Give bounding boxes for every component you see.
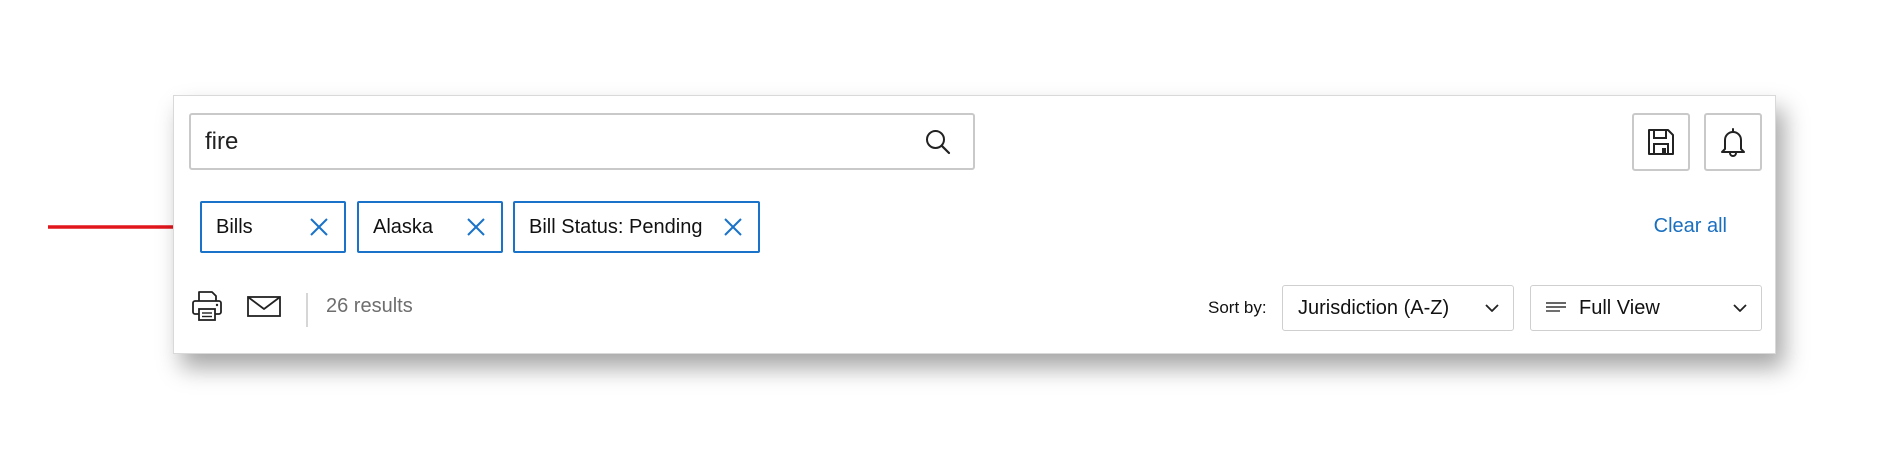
sort-dropdown[interactable]: Jurisdiction (A-Z)	[1282, 285, 1514, 331]
chevron-down-icon	[1485, 304, 1499, 312]
view-dropdown[interactable]: Full View	[1530, 285, 1762, 331]
search-panel: Bills Alaska Bill Status: Pending Clear …	[173, 95, 1776, 354]
filter-chip-alaska: Alaska	[357, 201, 503, 253]
results-count: 26 results	[326, 295, 413, 317]
create-alert-button[interactable]	[1704, 113, 1762, 171]
divider	[306, 293, 308, 327]
search-input[interactable]	[191, 115, 903, 168]
save-search-button[interactable]	[1632, 113, 1690, 171]
filter-chip-label: Bills	[216, 215, 253, 238]
page: Bills Alaska Bill Status: Pending Clear …	[0, 0, 1878, 476]
search-box	[189, 113, 975, 170]
printer-icon[interactable]	[190, 289, 224, 323]
close-icon[interactable]	[722, 216, 744, 238]
floppy-disk-icon	[1648, 129, 1674, 155]
sort-dropdown-value: Jurisdiction (A-Z)	[1298, 296, 1450, 319]
chevron-down-icon	[1733, 304, 1747, 312]
filter-chip-label: Bill Status: Pending	[529, 215, 703, 238]
close-icon[interactable]	[308, 216, 330, 238]
envelope-icon[interactable]	[246, 289, 282, 323]
view-dropdown-value: Full View	[1579, 296, 1660, 319]
filter-chip-bill-status: Bill Status: Pending	[513, 201, 760, 253]
bell-icon	[1721, 128, 1745, 157]
list-lines-icon	[1546, 302, 1566, 312]
sort-by-label: Sort by:	[1208, 298, 1267, 317]
close-icon[interactable]	[465, 216, 487, 238]
filter-chip-bills: Bills	[200, 201, 346, 253]
clear-all-link[interactable]: Clear all	[1654, 215, 1727, 238]
search-icon	[926, 129, 951, 154]
filter-chip-label: Alaska	[373, 215, 434, 238]
search-button[interactable]	[903, 115, 973, 168]
